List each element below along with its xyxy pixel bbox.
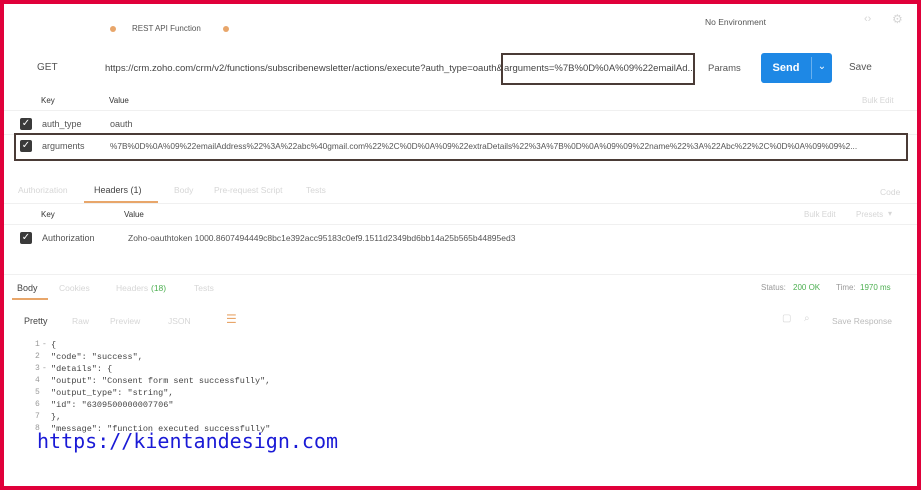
header-key[interactable]: Authorization — [42, 233, 95, 243]
divider — [4, 203, 917, 204]
line-number: 5 — [35, 388, 40, 397]
header-checkbox[interactable]: ✓ — [20, 232, 32, 244]
tab-headers[interactable]: Headers (1) — [94, 185, 142, 195]
code-line: "output_type": "string", — [51, 388, 174, 398]
tab-body[interactable]: Body — [174, 185, 193, 195]
tab-unsaved-dot-icon — [110, 26, 116, 32]
tab-tests[interactable]: Tests — [306, 185, 326, 195]
response-headers-count: (18) — [151, 283, 167, 293]
response-tab-headers[interactable]: Headers — [116, 283, 148, 293]
save-button[interactable]: Save — [849, 62, 872, 73]
url-input[interactable]: https://crm.zoho.com/crm/v2/functions/su… — [105, 63, 503, 74]
presets-chevron-icon[interactable]: ▾ — [888, 209, 892, 218]
header-value[interactable]: Zoho-oauthtoken 1000.8607494449c8bc1e392… — [128, 233, 515, 243]
method-selector[interactable]: GET — [37, 62, 58, 73]
code-link[interactable]: Code — [880, 187, 900, 197]
code-line: "output": "Consent form sent successfull… — [51, 376, 271, 386]
param-checkbox[interactable]: ✓ — [20, 118, 32, 130]
format-selector[interactable]: JSON — [168, 316, 191, 326]
send-label[interactable]: Send — [761, 53, 811, 83]
divider — [4, 224, 917, 225]
divider — [4, 274, 917, 275]
watermark-text: https://kientandesign.com — [37, 429, 339, 453]
gear-icon[interactable]: ⚙ — [892, 12, 903, 26]
param-checkbox[interactable]: ✓ — [20, 140, 32, 152]
line-number: 7 — [35, 412, 40, 421]
wrap-lines-icon[interactable]: ☰ — [226, 312, 237, 326]
response-tab-body-underline — [12, 298, 48, 300]
params-value-header: Value — [109, 96, 129, 105]
response-tab-tests[interactable]: Tests — [194, 283, 214, 293]
param-value[interactable]: %7B%0D%0A%09%22emailAddress%22%3A%22abc%… — [110, 141, 857, 151]
line-number: 4 — [35, 376, 40, 385]
tab-rest-api-function[interactable]: REST API Function — [132, 24, 201, 33]
send-button[interactable]: Send ⌄ — [761, 53, 832, 83]
params-bulk-edit-link[interactable]: Bulk Edit — [862, 96, 894, 105]
code-line: { — [51, 340, 57, 350]
params-key-header: Key — [41, 96, 55, 105]
param-key[interactable]: auth_type — [42, 119, 82, 129]
fold-toggle-icon[interactable]: - — [42, 364, 47, 373]
code-line: "code": "success", — [51, 352, 143, 362]
code-line: }, — [51, 412, 62, 422]
divider — [4, 110, 917, 111]
headers-bulk-edit-link[interactable]: Bulk Edit — [804, 210, 836, 219]
app-window: REST API Function No Environment ‹› ⚙ GE… — [4, 4, 917, 486]
param-value[interactable]: oauth — [110, 119, 133, 129]
code-line: "id": "6309500000007706" — [51, 400, 174, 410]
line-number: 2 — [35, 352, 40, 361]
url-arguments-segment[interactable]: arguments=%7B%0D%0A%09%22emailAd... — [504, 63, 695, 74]
save-response-button[interactable]: Save Response — [832, 316, 892, 326]
preview-button[interactable]: Preview — [110, 316, 140, 326]
status-label: Status: — [761, 283, 786, 292]
line-number: 3 — [35, 364, 40, 373]
tab-authorization[interactable]: Authorization — [18, 185, 68, 195]
eye-icon[interactable]: ‹› — [864, 13, 871, 25]
code-line: "details": { — [51, 364, 113, 374]
chevron-down-icon[interactable]: ⌄ — [812, 53, 832, 83]
environment-selector[interactable]: No Environment — [705, 17, 766, 27]
status-value: 200 OK — [793, 283, 821, 292]
param-key[interactable]: arguments — [42, 141, 85, 151]
fold-toggle-icon[interactable]: - — [42, 340, 47, 349]
presets-dropdown[interactable]: Presets — [856, 210, 883, 219]
tab-pre-request-script[interactable]: Pre-request Script — [214, 185, 283, 195]
response-tab-body[interactable]: Body — [17, 283, 38, 293]
pretty-button[interactable]: Pretty — [24, 316, 48, 326]
time-value: 1970 ms — [860, 283, 891, 292]
response-tab-cookies[interactable]: Cookies — [59, 283, 90, 293]
tab-second-dot-icon — [223, 26, 229, 32]
line-number: 6 — [35, 400, 40, 409]
headers-value-header: Value — [124, 210, 144, 219]
raw-button[interactable]: Raw — [72, 316, 89, 326]
copy-icon[interactable]: ▢ — [782, 313, 791, 324]
search-icon[interactable]: ⌕ — [804, 313, 810, 324]
headers-key-header: Key — [41, 210, 55, 219]
time-label: Time: — [836, 283, 856, 292]
line-number: 1 — [35, 340, 40, 349]
params-button[interactable]: Params — [708, 63, 741, 74]
